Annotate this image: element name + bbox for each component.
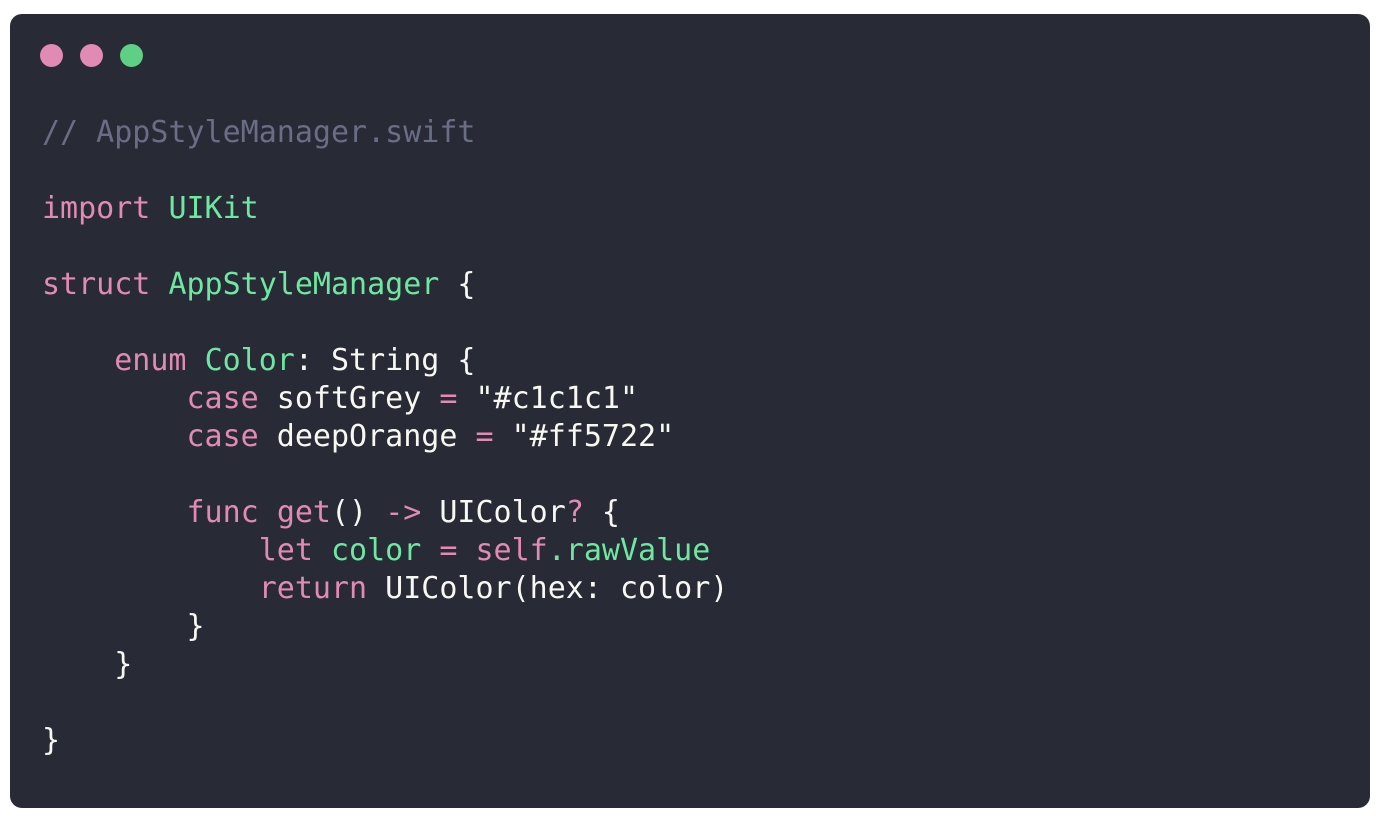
code-token-plain: softGrey — [258, 381, 440, 416]
code-line: case softGrey = "#c1c1c1" — [42, 380, 728, 418]
minimize-button[interactable] — [80, 44, 103, 67]
code-line: func get() -> UIColor? { — [42, 494, 728, 532]
code-token-plain: { — [439, 267, 476, 302]
code-token-keyword: case — [186, 381, 259, 416]
code-token-keyword: self — [475, 533, 548, 568]
code-line: } — [42, 608, 728, 646]
code-line: ​ — [42, 228, 728, 266]
code-block: // AppStyleManager.swift​import UIKit​st… — [42, 114, 728, 760]
close-button[interactable] — [40, 44, 63, 67]
code-token-plain: UIColor — [421, 495, 566, 530]
code-token-op: ? — [565, 495, 584, 530]
code-token-op: = — [475, 419, 494, 454]
code-token-op: -> — [385, 495, 422, 530]
code-token-plain: { — [583, 495, 620, 530]
code-line: struct AppStyleManager { — [42, 266, 728, 304]
code-token-plain: () — [331, 495, 386, 530]
code-token-op: = — [439, 533, 458, 568]
zoom-button[interactable] — [120, 44, 143, 67]
code-line: case deepOrange = "#ff5722" — [42, 418, 728, 456]
code-token-keyword: enum — [114, 343, 187, 378]
code-token-keyword: case — [186, 419, 259, 454]
code-token-plain: : String { — [294, 343, 476, 378]
code-token-string: "#ff5722" — [511, 419, 675, 454]
code-line: enum Color: String { — [42, 342, 728, 380]
code-token-plain: deepOrange — [258, 419, 476, 454]
code-token-plain: } — [42, 647, 133, 682]
code-line: ​ — [42, 152, 728, 190]
code-line: import UIKit — [42, 190, 728, 228]
code-token-plain: } — [42, 609, 205, 644]
code-token-plain: } — [42, 723, 61, 758]
code-token-type: .rawValue — [547, 533, 711, 568]
code-token-keyword: return — [258, 571, 368, 606]
code-token-keyword: get — [276, 495, 331, 530]
code-token-type: UIKit — [168, 191, 259, 226]
code-line: } — [42, 722, 728, 760]
code-token-type: AppStyleManager — [168, 267, 440, 302]
code-token-keyword: struct — [42, 267, 151, 302]
code-line: return UIColor(hex: color) — [42, 570, 729, 608]
code-line: let color = self.rawValue — [42, 532, 728, 570]
window-controls — [40, 44, 143, 67]
code-token-keyword: import — [42, 191, 151, 226]
code-line: ​ — [42, 684, 728, 722]
code-token-keyword: func — [186, 495, 259, 530]
code-line: } — [42, 646, 728, 684]
code-line: ​ — [42, 456, 728, 494]
code-token-string: "#c1c1c1" — [475, 381, 639, 416]
code-token-keyword: let — [258, 533, 313, 568]
code-token-op: = — [439, 381, 458, 416]
code-token-type: color — [331, 533, 422, 568]
code-window: // AppStyleManager.swift​import UIKit​st… — [10, 14, 1370, 808]
code-token-type: Color — [204, 343, 295, 378]
code-line: // AppStyleManager.swift — [42, 114, 728, 152]
code-token-plain: UIColor(hex: color) — [367, 571, 729, 606]
code-token-comment: // AppStyleManager.swift — [42, 115, 476, 150]
code-line: ​ — [42, 304, 728, 342]
